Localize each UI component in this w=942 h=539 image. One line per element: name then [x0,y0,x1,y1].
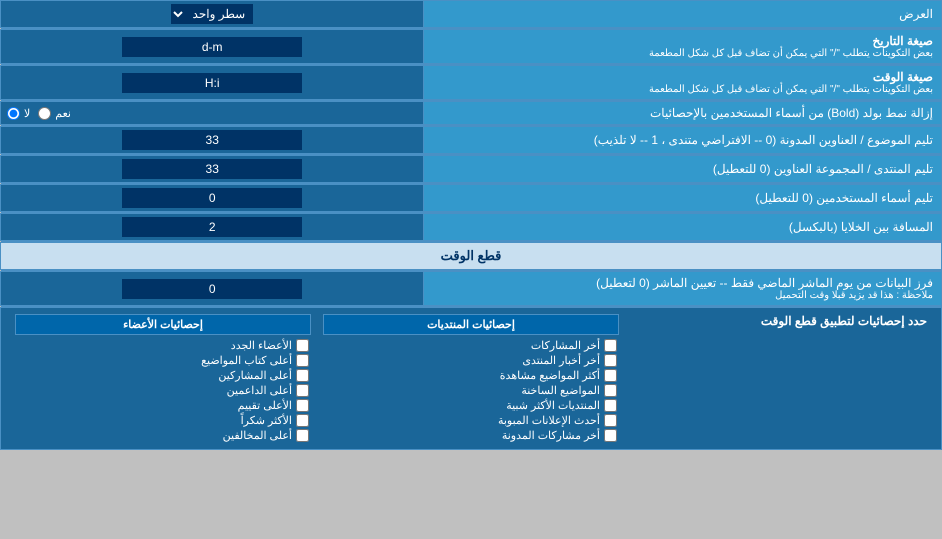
stat-top-violations: أعلى المخالفين [15,428,311,443]
line-select[interactable]: سطر واحد سطران ثلاثة أسطر [171,4,253,24]
date-format-input[interactable] [122,37,302,57]
trim-users-cell [1,185,424,212]
trim-subjects-label: تليم الموضوع / العناوين المدونة (0 -- ال… [424,127,942,154]
date-format-cell [1,30,424,64]
stat-last-posts-cb[interactable] [604,339,617,352]
stat-most-viewed-cb[interactable] [604,369,617,382]
cutoff-days-input[interactable] [122,279,302,299]
stats-participations-col: إحصائيات المنتديات أخر المشاركات أخر أخب… [317,312,625,445]
stat-top-donors: أعلى الداعمين [15,383,311,398]
trim-forum-input[interactable] [122,159,302,179]
trim-forum-cell [1,156,424,183]
stat-blog-posts-cb[interactable] [604,429,617,442]
display-label: العرض [424,1,942,28]
stat-classifieds-cb[interactable] [604,414,617,427]
bold-yes-radio[interactable] [38,107,51,120]
stat-most-viewed: أكثر المواضيع مشاهدة [323,368,619,383]
trim-subjects-input[interactable] [122,130,302,150]
stat-most-thanks-cb[interactable] [296,414,309,427]
cutoff-days-label: فرز البيانات من يوم الماشر الماضي فقط --… [424,272,942,306]
bold-remove-label: إزالة نمط بولد (Bold) من أسماء المستخدمي… [424,102,942,125]
stat-top-rated-cb[interactable] [296,399,309,412]
cell-spacing-input[interactable] [122,217,302,237]
stat-top-writers-cb[interactable] [296,354,309,367]
stat-most-like-cb[interactable] [604,399,617,412]
stat-most-like: المنتديات الأكثر شبية [323,398,619,413]
time-format-input[interactable] [122,73,302,93]
cell-spacing-label: المسافة بين الخلايا (بالبكسل) [424,214,942,241]
stat-last-posts: أخر المشاركات [323,338,619,353]
stat-top-participators-cb[interactable] [296,369,309,382]
stat-most-thanks: الأكثر شكراً [15,413,311,428]
stat-new-members-cb[interactable] [296,339,309,352]
trim-users-label: تليم أسماء المستخدمين (0 للتعطيل) [424,185,942,212]
date-format-label: صيغة التاريخ بعض التكوينات يتطلب "/" الت… [424,30,942,64]
stat-classifieds: أحدث الإعلانات المبوبة [323,413,619,428]
bold-yes-label: نعم [38,107,71,120]
bold-no-label: لا [7,107,30,120]
trim-subjects-cell [1,127,424,154]
trim-forum-label: تليم المنتدى / المجموعة العناوين (0 للتع… [424,156,942,183]
cutoff-title: قطع الوقت [1,243,942,270]
stat-top-participators: أعلى المشاركين [15,368,311,383]
cutoff-days-cell [1,272,424,306]
stat-top-violations-cb[interactable] [296,429,309,442]
bold-no-radio[interactable] [7,107,20,120]
stat-hot-topics: المواضيع الساخنة [323,383,619,398]
bold-remove-cell: نعم لا [1,102,424,125]
trim-users-input[interactable] [122,188,302,208]
time-format-cell [1,66,424,100]
stat-forum-news-cb[interactable] [604,354,617,367]
stat-top-rated: الأعلى تقييم [15,398,311,413]
line-select-cell: سطر واحد سطران ثلاثة أسطر [1,1,424,28]
stat-forum-news: أخر أخبار المنتدى [323,353,619,368]
stats-members-header: إحصائيات الأعضاء [15,314,311,335]
stats-members-col: إحصائيات الأعضاء الأعضاء الجدد أعلى كتاب… [9,312,317,445]
stats-apply-label: حدد إحصائيات لتطبيق قطع الوقت [625,312,933,445]
stat-hot-topics-cb[interactable] [604,384,617,397]
stat-new-members: الأعضاء الجدد [15,338,311,353]
cell-spacing-cell [1,214,424,241]
stat-top-writers: أعلى كتاب المواضيع [15,353,311,368]
stats-section: حدد إحصائيات لتطبيق قطع الوقت إحصائيات ا… [1,308,942,450]
stat-top-donors-cb[interactable] [296,384,309,397]
time-format-label: صيغة الوقت بعض التكوينات يتطلب "/" التي … [424,66,942,100]
stats-participations-header: إحصائيات المنتديات [323,314,619,335]
stat-blog-posts: أخر مشاركات المدونة [323,428,619,443]
